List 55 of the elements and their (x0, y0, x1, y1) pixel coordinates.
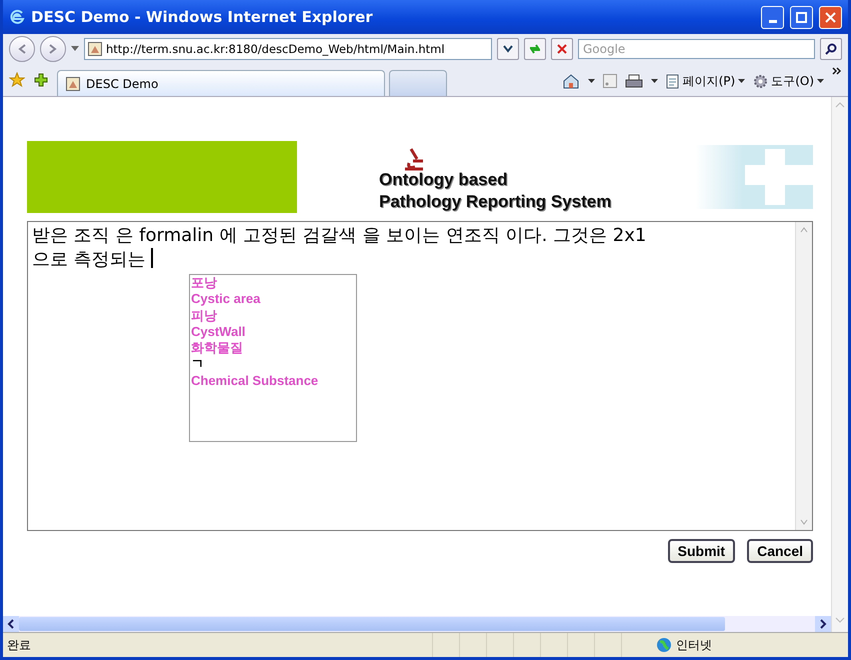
dropdown-icon[interactable] (588, 78, 595, 84)
dropdown-icon[interactable] (650, 78, 658, 84)
maximize-button[interactable] (790, 6, 813, 28)
page-icon (666, 74, 680, 88)
forward-icon (47, 43, 59, 55)
print-icon[interactable] (624, 74, 643, 88)
dropdown-icon[interactable] (817, 78, 824, 84)
page-icon (88, 42, 102, 56)
menu-button[interactable]: 페이지(P) (682, 72, 736, 90)
form-button[interactable]: Submit (668, 539, 736, 563)
maximize-icon (796, 12, 807, 22)
stop-button[interactable] (551, 38, 573, 60)
stop-icon (557, 44, 567, 54)
refresh-icon (528, 43, 542, 55)
address-field[interactable]: http://term.snu.ac.kr:8180/descDemo_Web/html/Main.html (84, 38, 492, 60)
scroll-left-button[interactable] (3, 616, 19, 632)
scroll-left-icon (7, 619, 15, 629)
browser-tab[interactable]: DESC Demo (57, 70, 385, 96)
globe-icon (656, 637, 672, 653)
forward-button[interactable] (40, 36, 66, 62)
settings-icon (753, 74, 768, 88)
favorites-star-icon[interactable] (9, 72, 25, 88)
dropdown-icon[interactable] (71, 46, 79, 52)
scroll-right-button[interactable] (815, 616, 831, 632)
back-button[interactable] (9, 36, 35, 62)
menu-button[interactable]: 도구(O) (771, 72, 814, 90)
app-title: Pathology Reporting System (379, 191, 612, 213)
add-favorite-icon[interactable] (33, 72, 49, 88)
report-editor[interactable]: 받은 조직 은 formalin 에 고정된 검갈색 을 보이는 연조직 이다. 그것은 2x1 으로 측정되는 포낭 Cystic area 피낭 CystWall 화학물질 ㄱ Chemical Substance (27, 221, 813, 531)
home-icon[interactable] (562, 73, 580, 89)
search-button[interactable] (820, 38, 842, 60)
suggestion-item[interactable]: ㄱ (191, 356, 204, 372)
app-title: Ontology based (379, 169, 508, 191)
close-icon (825, 12, 836, 22)
editor-text: 으로 측정되는 (32, 249, 147, 270)
back-icon (16, 43, 28, 55)
editor-text: 받은 조직 은 formalin 에 고정된 검갈색 을 보이는 연조직 이다. 그것은 2x1 (32, 225, 646, 246)
browser-logo-icon (9, 9, 25, 25)
window-title: DESC Demo - Windows Internet Explorer (31, 8, 374, 26)
minimize-button[interactable] (761, 6, 784, 28)
zone-text: 인터넷 (676, 636, 712, 654)
status-text: 완료 (7, 636, 31, 654)
scrollbar-thumb[interactable] (19, 617, 725, 631)
page-icon (66, 76, 80, 90)
dropdown-button[interactable] (497, 38, 519, 60)
form-button[interactable]: Cancel (747, 539, 813, 563)
minimize-icon (768, 20, 776, 22)
refresh-button[interactable] (524, 38, 546, 60)
search-field[interactable]: Google (578, 39, 815, 59)
scroll-right-icon (819, 619, 827, 629)
close-button[interactable] (819, 6, 842, 28)
dropdown-icon (503, 45, 513, 53)
search-icon (825, 43, 837, 55)
text-cursor (151, 248, 154, 268)
dropdown-icon[interactable] (738, 78, 746, 84)
